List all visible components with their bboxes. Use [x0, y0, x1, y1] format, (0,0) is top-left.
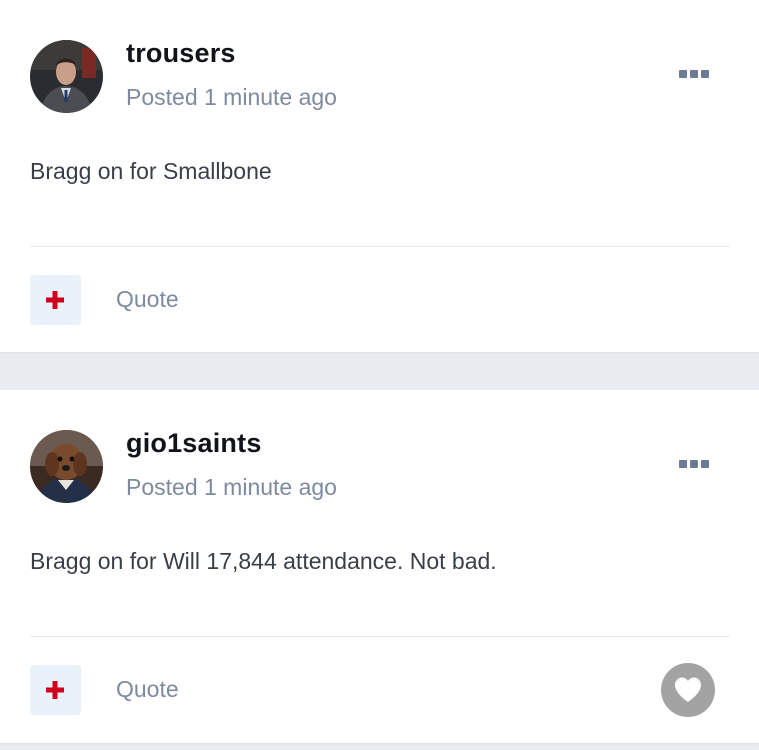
avatar-image [30, 40, 103, 113]
post-body: Bragg on for Will 17,844 attendance. Not… [30, 548, 497, 574]
username[interactable]: gio1saints [126, 428, 262, 459]
avatar-image [30, 430, 103, 503]
ellipsis-icon[interactable] [676, 456, 712, 472]
plus-icon [46, 291, 64, 309]
heart-icon [675, 677, 701, 702]
post-timestamp[interactable]: Posted 1 minute ago [126, 474, 337, 501]
post-card: trousers Posted 1 minute ago Bragg on fo… [0, 0, 759, 352]
add-reaction-button[interactable] [30, 275, 81, 325]
quote-button[interactable]: Quote [116, 286, 179, 313]
post-feed: trousers Posted 1 minute ago Bragg on fo… [0, 0, 759, 750]
username[interactable]: trousers [126, 38, 236, 69]
add-reaction-button[interactable] [30, 665, 81, 715]
divider [30, 246, 730, 247]
post-card: gio1saints Posted 1 minute ago Bragg on … [0, 390, 759, 743]
quote-button[interactable]: Quote [116, 676, 179, 703]
like-button[interactable] [661, 663, 715, 717]
divider [30, 636, 730, 637]
ellipsis-icon[interactable] [676, 66, 712, 82]
post-body: Bragg on for Smallbone [30, 158, 272, 184]
avatar[interactable] [30, 430, 103, 503]
post-timestamp[interactable]: Posted 1 minute ago [126, 84, 337, 111]
avatar[interactable] [30, 40, 103, 113]
plus-icon [46, 681, 64, 699]
